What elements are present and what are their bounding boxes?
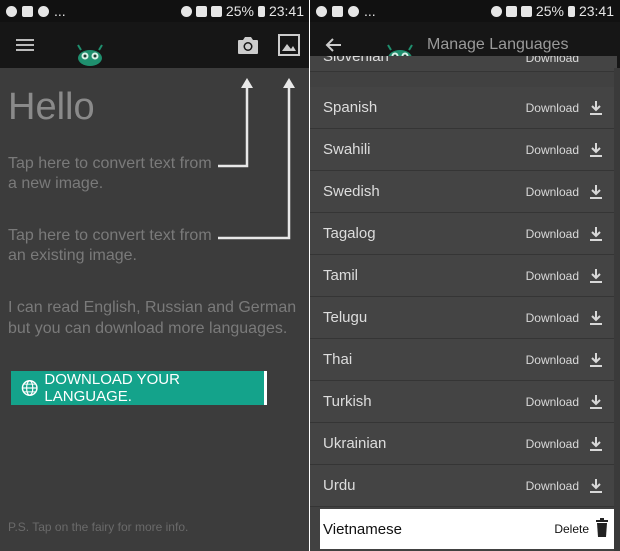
language-name: Ukrainian: [323, 435, 387, 452]
list-item[interactable]: Tamil Download: [310, 255, 617, 297]
download-icon[interactable]: [589, 352, 603, 368]
camera-tip-text: Tap here to convert text from a new imag…: [8, 155, 212, 192]
list-item[interactable]: Tagalog Download: [310, 213, 617, 255]
language-name: Thai: [323, 351, 353, 368]
download-label[interactable]: Download: [526, 185, 579, 199]
download-icon[interactable]: [589, 184, 603, 200]
battery-percent: 25%: [225, 3, 254, 19]
notification-icon: [6, 5, 17, 17]
list-item[interactable]: Spanish Download: [310, 87, 617, 129]
signal-icon: [210, 5, 222, 17]
download-label[interactable]: Download: [526, 101, 579, 115]
sim-icon: [505, 5, 517, 17]
download-icon[interactable]: [589, 394, 603, 410]
download-label[interactable]: Download: [526, 479, 579, 493]
language-name: Swedish: [323, 183, 380, 200]
language-name: Spanish: [323, 99, 378, 116]
language-name: Slovenian: [323, 56, 389, 65]
image-icon[interactable]: [277, 33, 301, 57]
download-label[interactable]: Download: [526, 227, 579, 241]
back-arrow-icon[interactable]: [322, 34, 346, 56]
notification-icon: [316, 5, 327, 17]
menu-icon[interactable]: [14, 35, 36, 55]
status-bar: ... 25% 23:41: [310, 0, 620, 22]
facebook-icon: [22, 5, 33, 17]
list-item[interactable]: Swahili Download: [310, 129, 617, 171]
list-item[interactable]: Turkish Download: [310, 381, 617, 423]
download-language-label: DOWNLOAD YOUR LANGUAGE.: [44, 371, 180, 405]
language-name: Vietnamese: [323, 520, 402, 538]
list-item[interactable]: Telugu Download: [310, 297, 617, 339]
download-label[interactable]: Download: [526, 269, 579, 283]
list-item[interactable]: Thai Download: [310, 339, 617, 381]
download-label[interactable]: Download: [526, 353, 579, 367]
battery-percent: 25%: [535, 3, 564, 19]
globe-icon: [21, 380, 38, 396]
ps-note: P.S. Tap on the fairy for more info.: [8, 520, 189, 534]
fairy-mascot-icon[interactable]: [75, 44, 105, 66]
list-item[interactable]: Urdu Download: [310, 465, 617, 507]
clock: 23:41: [268, 3, 304, 19]
list-item[interactable]: Slovenian Download: [310, 56, 617, 72]
clock: 23:41: [578, 3, 614, 19]
greeting-heading: Hello: [8, 86, 95, 128]
messenger-icon: [348, 5, 359, 17]
download-icon[interactable]: [589, 436, 603, 452]
facebook-icon: [332, 5, 343, 17]
wifi-icon: [490, 5, 502, 17]
sim-icon: [195, 5, 207, 17]
download-label[interactable]: Download: [526, 395, 579, 409]
more-notifications-icon: ...: [54, 3, 66, 19]
download-label: Download: [525, 56, 579, 65]
page-title: Manage Languages: [427, 36, 569, 53]
language-name: Swahili: [323, 141, 371, 158]
signal-icon: [520, 5, 532, 17]
status-bar: ... 25% 23:41: [0, 0, 310, 22]
language-name: Urdu: [323, 477, 356, 494]
download-icon[interactable]: [589, 142, 603, 158]
languages-note: I can read English, Russian and German b…: [8, 299, 297, 337]
home-screen: ... 25% 23:41 Hello Tap here to convert …: [0, 0, 310, 551]
download-label[interactable]: Download: [526, 437, 579, 451]
download-icon[interactable]: [589, 226, 603, 242]
download-label[interactable]: Download: [526, 311, 579, 325]
language-name: Telugu: [323, 309, 368, 326]
list-item[interactable]: Swedish Download: [310, 171, 617, 213]
download-label[interactable]: Download: [526, 143, 579, 157]
wifi-icon: [180, 5, 192, 17]
gallery-tip-text: Tap here to convert text from an existin…: [8, 227, 212, 264]
battery-icon: [567, 5, 575, 17]
messenger-icon: [38, 5, 49, 17]
scrollbar[interactable]: [614, 68, 620, 551]
delete-label[interactable]: Delete: [554, 522, 589, 536]
download-icon[interactable]: [589, 268, 603, 284]
camera-icon[interactable]: [235, 33, 261, 57]
battery-icon: [257, 5, 265, 17]
installed-language-item[interactable]: Vietnamese Delete: [320, 509, 617, 549]
download-icon[interactable]: [589, 100, 603, 116]
tip-arrows: [218, 78, 295, 240]
download-icon[interactable]: [589, 478, 603, 494]
language-name: Tamil: [323, 267, 359, 284]
trash-icon[interactable]: [595, 518, 609, 538]
language-name: Tagalog: [323, 225, 376, 242]
more-notifications-icon: ...: [364, 3, 376, 19]
language-name: Turkish: [323, 393, 372, 410]
download-icon[interactable]: [589, 310, 603, 326]
app-bar: [0, 22, 310, 68]
list-item[interactable]: Ukrainian Download: [310, 423, 617, 465]
download-language-button[interactable]: DOWNLOAD YOUR LANGUAGE.: [11, 371, 267, 405]
